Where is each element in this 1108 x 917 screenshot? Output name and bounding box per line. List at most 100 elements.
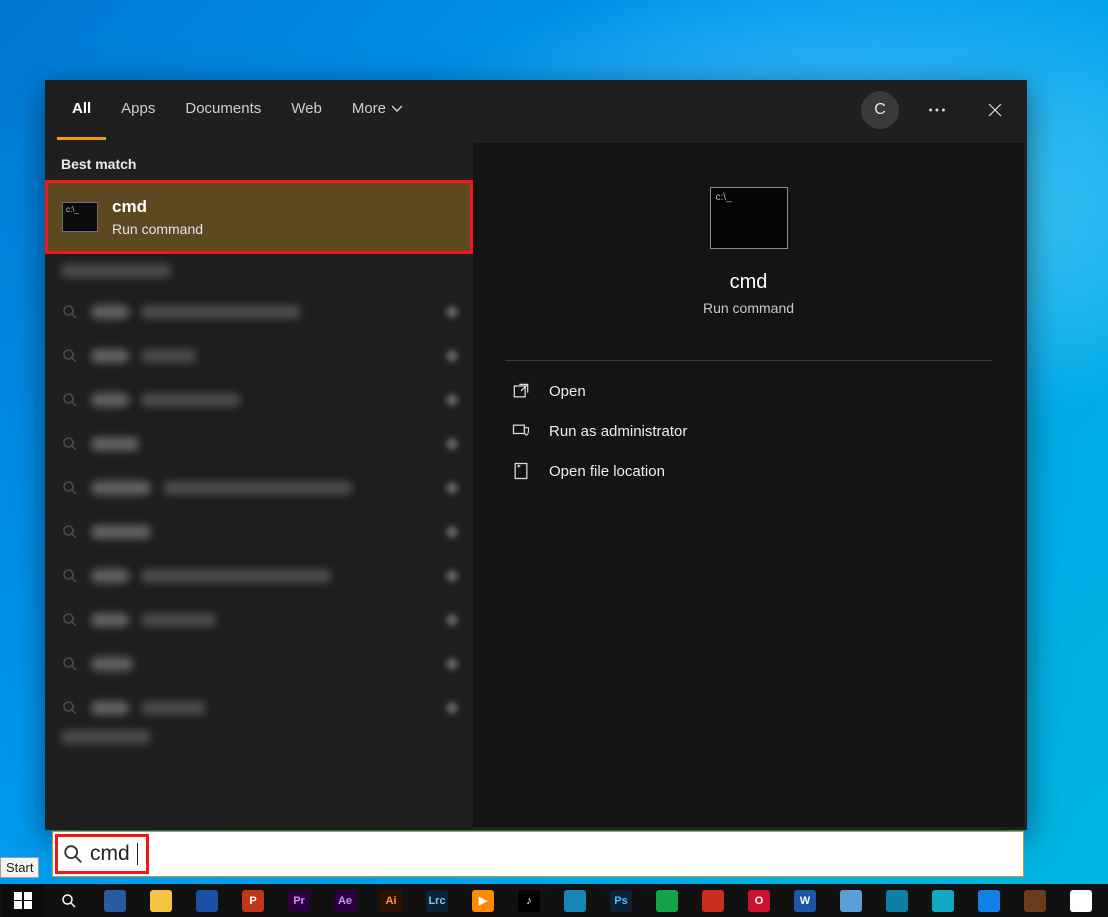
shield-icon [511, 421, 531, 441]
tiktok-icon: ♪ [518, 890, 540, 912]
preview-subtitle: Run command [703, 300, 794, 316]
explorer-icon [150, 890, 172, 912]
notes-icon [840, 890, 862, 912]
photoshop-icon: Ps [610, 890, 632, 912]
lightroom-icon: Lrc [426, 890, 448, 912]
taskbar-app-opera[interactable]: O [738, 884, 780, 917]
taskbar: P Pr Ae Ai Lrc ▶ ♪ Ps O W [0, 884, 1108, 917]
taskbar-app-notes[interactable] [830, 884, 872, 917]
search-icon [62, 843, 84, 865]
folder-icon [511, 461, 531, 481]
result-subtitle: Run command [112, 221, 203, 237]
illustrator-icon: Ai [380, 890, 402, 912]
blurred-result [45, 642, 473, 686]
taskbar-app-tiktok[interactable]: ♪ [508, 884, 550, 917]
taskbar-app-flame[interactable] [692, 884, 734, 917]
start-button[interactable] [2, 884, 44, 917]
tab-apps[interactable]: Apps [106, 80, 170, 140]
action-label: Open [549, 383, 586, 400]
blurred-result [45, 686, 473, 730]
leaf-icon [656, 890, 678, 912]
cmd-icon: c:\_ [62, 202, 98, 232]
player-icon: ▶ [472, 890, 494, 912]
taskbar-app-edge[interactable] [876, 884, 918, 917]
results-column: Best match c:\_ cmd Run command [45, 140, 473, 830]
blurred-result [45, 510, 473, 554]
taskbar-app-leaf[interactable] [646, 884, 688, 917]
gallery-icon [932, 890, 954, 912]
action-label: Run as administrator [549, 423, 687, 440]
opera-icon: O [748, 890, 770, 912]
more-options-icon[interactable] [917, 90, 957, 130]
word-icon: W [794, 890, 816, 912]
blurred-result [45, 598, 473, 642]
tab-all[interactable]: All [57, 80, 106, 140]
blurred-result [45, 554, 473, 598]
chevron-down-icon [392, 100, 402, 117]
close-icon[interactable] [975, 90, 1015, 130]
windows-logo-icon [14, 892, 32, 910]
action-label: Open file location [549, 463, 665, 480]
taskbar-app-chat[interactable] [968, 884, 1010, 917]
taskbar-app-calculator[interactable] [186, 884, 228, 917]
tab-more-label: More [352, 100, 386, 117]
search-tabs: All Apps Documents Web More [57, 80, 417, 140]
taskbar-app-tile[interactable] [1014, 884, 1056, 917]
preview-pane: c:\_ cmd Run command Open Run as adminis… [473, 143, 1024, 827]
account-button[interactable]: C [861, 91, 899, 129]
chat-icon [978, 890, 1000, 912]
action-open-location[interactable]: Open file location [505, 451, 992, 491]
taskbar-app-word[interactable]: W [784, 884, 826, 917]
flyout-header: All Apps Documents Web More C [45, 80, 1027, 140]
search-flyout: All Apps Documents Web More C Best match [45, 80, 1027, 830]
tab-web[interactable]: Web [276, 80, 337, 140]
blurred-section-header [45, 264, 473, 290]
blurred-section-footer [45, 730, 473, 756]
group-best-match-header: Best match [45, 152, 473, 180]
powerpoint-icon: P [242, 890, 264, 912]
flame-icon [702, 890, 724, 912]
blurred-result [45, 422, 473, 466]
taskbar-app-premiere[interactable]: Pr [278, 884, 320, 917]
start-tooltip: Start [0, 857, 39, 878]
taskbar-app-gallery[interactable] [922, 884, 964, 917]
calculator-icon [196, 890, 218, 912]
blurred-result [45, 290, 473, 334]
divider [505, 360, 992, 361]
tab-more[interactable]: More [337, 80, 417, 140]
action-run-admin[interactable]: Run as administrator [505, 411, 992, 451]
taskbar-app-photoshop[interactable]: Ps [600, 884, 642, 917]
blurred-result [45, 466, 473, 510]
edge-icon [886, 890, 908, 912]
open-icon [511, 381, 531, 401]
taskbar-search-button[interactable] [48, 884, 90, 917]
blurred-result [45, 334, 473, 378]
text-caret [137, 843, 138, 865]
result-title: cmd [112, 197, 203, 217]
taskbar-app-explorer[interactable] [140, 884, 182, 917]
taskbar-app-store[interactable] [94, 884, 136, 917]
taskbar-app-powerpoint[interactable]: P [232, 884, 274, 917]
search-icon [60, 892, 78, 910]
taskbar-app-lightroom[interactable]: Lrc [416, 884, 458, 917]
tile-icon [1024, 890, 1046, 912]
taskbar-app-player[interactable]: ▶ [462, 884, 504, 917]
premiere-icon: Pr [288, 890, 310, 912]
panel-icon [564, 890, 586, 912]
cmd-large-icon: c:\_ [710, 187, 788, 249]
chrome-icon [1070, 890, 1092, 912]
preview-title: cmd [730, 271, 768, 294]
search-input-value[interactable]: cmd [90, 842, 130, 866]
search-input-highlight: cmd [55, 834, 149, 874]
action-open[interactable]: Open [505, 371, 992, 411]
search-box-area[interactable]: cmd [52, 831, 1024, 877]
aftereffects-icon: Ae [334, 890, 356, 912]
taskbar-app-aftereffects[interactable]: Ae [324, 884, 366, 917]
blurred-result [45, 378, 473, 422]
result-cmd-best-match[interactable]: c:\_ cmd Run command [45, 180, 473, 254]
taskbar-app-panel[interactable] [554, 884, 596, 917]
taskbar-app-chrome[interactable] [1060, 884, 1102, 917]
store-icon [104, 890, 126, 912]
taskbar-app-illustrator[interactable]: Ai [370, 884, 412, 917]
tab-documents[interactable]: Documents [170, 80, 276, 140]
